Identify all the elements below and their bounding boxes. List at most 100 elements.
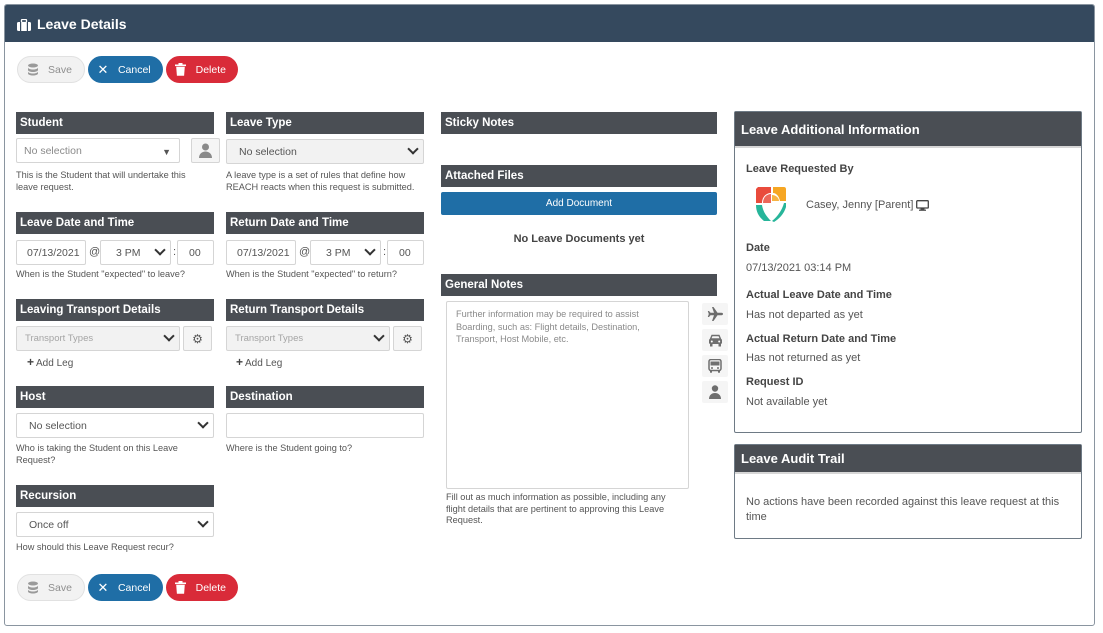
leave-hour-select[interactable]: 3 PM	[100, 240, 171, 265]
host-heading: Host	[16, 386, 214, 408]
actual-return-label: Actual Return Date and Time	[746, 333, 897, 345]
delete-button[interactable]: Delete	[165, 56, 238, 83]
gear-icon: ⚙	[402, 331, 413, 346]
host-help: Who is taking the Student on this Leave …	[16, 443, 178, 465]
leaving-transport-heading: Leaving Transport Details	[16, 299, 214, 321]
reach-logo-icon	[754, 185, 788, 223]
leave-date-value: 07/13/2021	[27, 246, 80, 259]
trash-icon	[174, 581, 188, 595]
requested-by-name: Casey, Jenny [Parent]	[806, 199, 914, 211]
host-select[interactable]: No selection	[16, 413, 214, 438]
leave-type-value: No selection	[239, 145, 297, 158]
return-date-value: 07/13/2021	[237, 246, 290, 259]
save-label: Save	[48, 581, 72, 594]
user-icon	[199, 143, 212, 158]
person-icon[interactable]	[702, 381, 728, 403]
leave-type-select[interactable]: No selection	[226, 139, 424, 164]
chevron-down-icon	[373, 330, 385, 342]
bus-icon[interactable]	[702, 355, 728, 377]
return-add-leg-label: Add Leg	[245, 358, 283, 369]
page-title: Leave Details	[37, 15, 127, 32]
date-value: 07/13/2021 03:14 PM	[746, 262, 852, 274]
leaving-add-leg-link[interactable]: + Add Leg	[27, 355, 73, 369]
at-symbol: @	[299, 246, 311, 258]
top-action-bar: Save ✕ Cancel Delete	[17, 56, 238, 83]
cancel-button[interactable]: ✕ Cancel	[87, 56, 163, 83]
database-icon	[26, 581, 40, 595]
delete-button[interactable]: Delete	[165, 574, 238, 601]
general-notes-heading: General Notes	[441, 274, 717, 296]
actual-return-value: Has not returned as yet	[746, 352, 861, 364]
destination-help: Where is the Student going to?	[226, 443, 353, 453]
leave-details-panel: Leave Details Save ✕ Cancel Delete Stude…	[4, 4, 1095, 626]
return-transport-settings-button[interactable]: ⚙	[393, 326, 422, 351]
add-document-button[interactable]: Add Document	[441, 192, 717, 215]
return-minute-value: 00	[399, 246, 411, 259]
leave-minute-input[interactable]: 00	[177, 240, 214, 265]
desktop-icon	[916, 199, 930, 211]
actual-leave-label: Actual Leave Date and Time	[746, 289, 892, 301]
save-button[interactable]: Save	[17, 574, 85, 601]
leave-minute-value: 00	[189, 246, 201, 259]
leaving-transport-placeholder: Transport Types	[25, 333, 94, 344]
leaving-transport-settings-button[interactable]: ⚙	[183, 326, 212, 351]
colon-separator: :	[173, 246, 177, 258]
return-hour-value: 3 PM	[326, 246, 351, 259]
destination-heading: Destination	[226, 386, 424, 408]
return-transport-heading: Return Transport Details	[226, 299, 424, 321]
close-icon: ✕	[97, 579, 109, 595]
database-icon	[26, 63, 40, 77]
return-hour-select[interactable]: 3 PM	[310, 240, 381, 265]
chevron-down-icon	[197, 516, 209, 528]
caret-down-icon: ▼	[162, 147, 171, 157]
student-help: This is the Student that will undertake …	[16, 170, 186, 192]
briefcase-icon	[17, 18, 31, 31]
return-date-input[interactable]: 07/13/2021	[226, 240, 296, 265]
sticky-notes-heading: Sticky Notes	[441, 112, 717, 134]
student-value: No selection	[24, 144, 82, 157]
gear-icon: ⚙	[192, 331, 203, 346]
leaving-add-leg-label: Add Leg	[36, 358, 74, 369]
recursion-heading: Recursion	[16, 485, 214, 507]
recursion-select[interactable]: Once off	[16, 512, 214, 537]
chevron-down-icon	[197, 417, 209, 429]
student-profile-button[interactable]	[191, 138, 220, 163]
bottom-action-bar: Save ✕ Cancel Delete	[17, 574, 238, 601]
car-icon[interactable]	[702, 329, 728, 351]
request-id-value: Not available yet	[746, 396, 828, 408]
leave-type-heading: Leave Type	[226, 112, 424, 134]
actual-leave-value: Has not departed as yet	[746, 309, 863, 321]
airplane-icon[interactable]	[702, 303, 728, 325]
student-select[interactable]: No selection ▼	[16, 138, 180, 163]
recursion-value: Once off	[29, 518, 69, 531]
requested-by-person: Casey, Jenny [Parent]	[806, 199, 930, 211]
leave-date-input[interactable]: 07/13/2021	[16, 240, 86, 265]
return-minute-input[interactable]: 00	[387, 240, 424, 265]
plus-icon: +	[27, 355, 35, 369]
attached-files-heading: Attached Files	[441, 165, 717, 187]
leaving-transport-select[interactable]: Transport Types	[16, 326, 180, 351]
recursion-help: How should this Leave Request recur?	[16, 542, 174, 552]
additional-info-card: Leave Additional Information Leave Reque…	[734, 111, 1082, 433]
chevron-down-icon	[154, 244, 166, 256]
general-notes-help: Fill out as much information as possible…	[446, 492, 666, 525]
student-heading: Student	[16, 112, 214, 134]
audit-trail-card: Leave Audit Trail No actions have been r…	[734, 444, 1082, 539]
at-symbol: @	[89, 246, 101, 258]
save-button[interactable]: Save	[17, 56, 85, 83]
request-id-label: Request ID	[746, 376, 804, 388]
chevron-down-icon	[364, 244, 376, 256]
cancel-button[interactable]: ✕ Cancel	[87, 574, 163, 601]
requested-by-label: Leave Requested By	[746, 163, 854, 175]
destination-input[interactable]	[226, 413, 424, 438]
general-notes-textarea[interactable]: Further information may be required to a…	[446, 301, 689, 489]
return-transport-placeholder: Transport Types	[235, 333, 304, 344]
host-value: No selection	[29, 419, 87, 432]
cancel-label: Cancel	[117, 63, 151, 76]
chevron-down-icon	[163, 330, 175, 342]
colon-separator: :	[383, 246, 387, 258]
chevron-down-icon	[407, 143, 419, 155]
return-transport-select[interactable]: Transport Types	[226, 326, 390, 351]
return-add-leg-link[interactable]: + Add Leg	[236, 355, 282, 369]
audit-trail-empty-message: No actions have been recorded against th…	[746, 496, 1060, 523]
